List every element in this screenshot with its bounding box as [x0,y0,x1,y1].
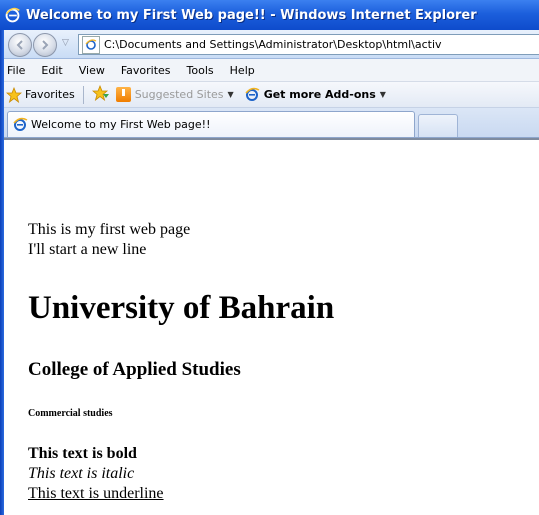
menu-bar: File Edit View Favorites Tools Help [4,59,539,82]
get-addons-button[interactable]: Get more Add-ons ▼ [244,87,386,103]
heading-commercial: Commercial studies [28,408,113,419]
ie-page-icon [85,38,97,50]
favorites-label: Favorites [25,88,75,101]
heading-university: University of Bahrain [28,290,335,326]
bold-text: This text is bold [28,445,137,462]
window-title: Welcome to my First Web page!! - Windows… [26,7,477,23]
menu-file[interactable]: File [4,64,33,77]
ie-addons-icon [245,87,260,101]
suggested-sites-button[interactable]: Suggested Sites ▼ [115,87,234,102]
favorites-button[interactable]: Favorites [6,86,75,103]
menu-view[interactable]: View [71,64,113,77]
favorites-star-icon [6,86,22,103]
ie-logo-icon [5,7,20,22]
favorites-bar: Favorites Suggested Sites ▼ Get more Add… [4,82,539,108]
back-button[interactable] [8,33,32,57]
addons-label: Get more Add-ons [263,88,376,101]
ie-tab-icon [13,117,28,131]
suggested-sites-icon [115,87,131,102]
menu-tools[interactable]: Tools [179,64,222,77]
menu-edit[interactable]: Edit [33,64,70,77]
menu-favorites[interactable]: Favorites [113,64,179,77]
page-icon [82,35,100,54]
underline-text: This text is underline [28,485,164,502]
browser-window: Welcome to my First Web page!! - Windows… [0,0,539,515]
line-new-line: I'll start a new line [28,241,147,258]
line-first-web-page: This is my first web page [28,221,191,238]
address-url: C:\Documents and Settings\Administrator\… [104,38,442,51]
new-tab-button[interactable] [418,114,458,137]
forward-button[interactable] [33,33,57,57]
favorites-separator [82,85,84,104]
page-content: This is my first web page I'll start a n… [4,138,539,515]
add-favorite-icon [91,84,109,101]
forward-arrow-icon [42,40,49,50]
chevron-down-icon: ▼ [379,90,386,99]
title-bar[interactable]: Welcome to my First Web page!! - Windows… [0,0,539,30]
styled-text-block: This text is bold This text is italic Th… [28,444,164,504]
back-arrow-icon [16,40,23,50]
address-row: ▽ C:\Documents and Settings\Administrato… [4,30,539,59]
chevron-down-icon: ▼ [227,90,234,99]
tab-label: Welcome to my First Web page!! [31,118,211,131]
italic-text: This text is italic [28,465,135,482]
address-bar[interactable]: C:\Documents and Settings\Administrator\… [78,34,539,55]
add-to-favorites-bar-button[interactable] [91,84,110,105]
menu-help[interactable]: Help [222,64,263,77]
history-dropdown-icon[interactable]: ▽ [62,38,72,48]
suggested-sites-label: Suggested Sites [134,88,224,101]
tab-row: Welcome to my First Web page!! [4,108,539,138]
heading-college: College of Applied Studies [28,359,241,380]
intro-text: This is my first web page I'll start a n… [28,220,190,260]
tab-active[interactable]: Welcome to my First Web page!! [7,111,415,137]
